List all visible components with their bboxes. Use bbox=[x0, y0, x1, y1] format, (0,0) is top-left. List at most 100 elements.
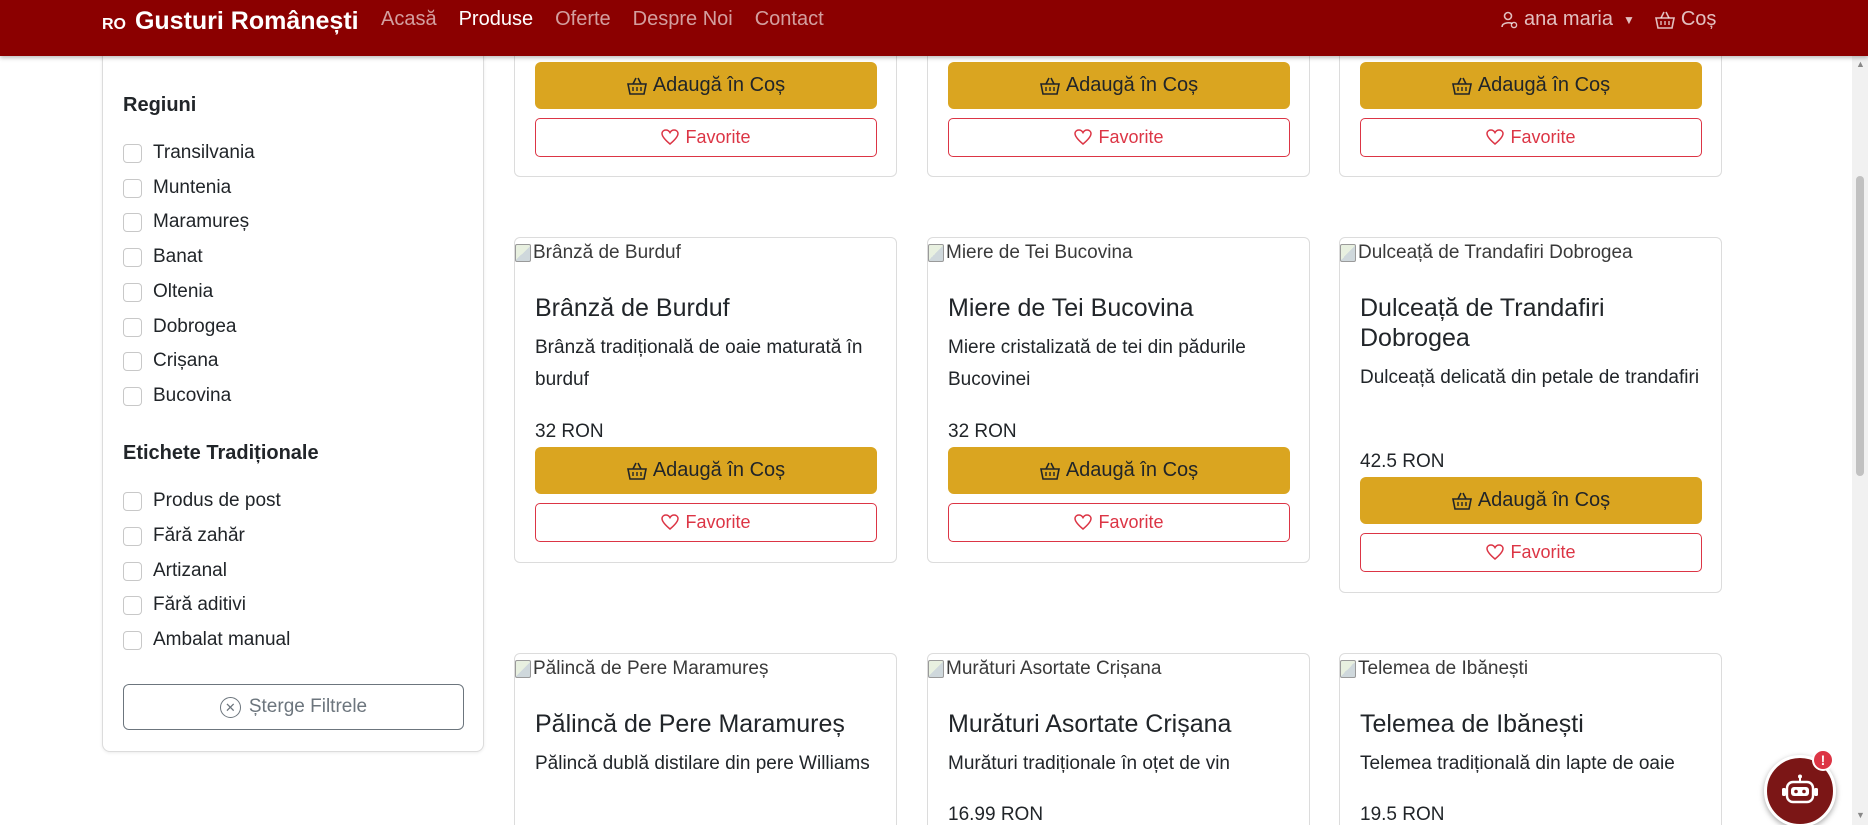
tag-filter-artisanal[interactable]: Artizanal bbox=[123, 560, 227, 582]
product-image-alt: Dulceață de Trandafiri Dobrogea bbox=[1358, 242, 1633, 263]
nav-link-about[interactable]: Despre Noi bbox=[633, 8, 733, 31]
checkbox[interactable] bbox=[123, 561, 142, 581]
tag-filter-hand-packed[interactable]: Ambalat manual bbox=[123, 629, 290, 651]
broken-image-icon bbox=[1340, 660, 1356, 678]
page-scrollbar[interactable]: ▲ ▼ bbox=[1852, 56, 1868, 825]
favorite-button[interactable]: Favorite bbox=[535, 503, 877, 542]
broken-image-icon bbox=[1340, 244, 1356, 262]
favorite-label: Favorite bbox=[1098, 127, 1164, 147]
favorite-button[interactable]: Favorite bbox=[1360, 118, 1702, 157]
product-price: 16.99 RON bbox=[948, 804, 1044, 825]
nav-link-products[interactable]: Produse bbox=[459, 8, 534, 31]
add-to-cart-label: Adaugă în Coș bbox=[652, 74, 786, 96]
tag-filter-no-additives[interactable]: Fără aditivi bbox=[123, 594, 246, 616]
region-filter-crisana[interactable]: Crișana bbox=[123, 350, 218, 372]
product-image[interactable]: Miere de Tei Bucovina bbox=[928, 242, 1133, 264]
nav-link-home[interactable]: Acasă bbox=[381, 8, 437, 31]
cart-label: Coș bbox=[1680, 8, 1717, 30]
nav-link-offers[interactable]: Oferte bbox=[555, 8, 611, 31]
checkbox[interactable] bbox=[123, 178, 142, 198]
region-filter-banat[interactable]: Banat bbox=[123, 246, 203, 268]
product-image[interactable]: Pălincă de Pere Maramureș bbox=[515, 658, 769, 680]
product-card-miere-tei: Miere de Tei Bucovina Miere de Tei Bucov… bbox=[927, 237, 1310, 563]
tag-filter-sugar-free[interactable]: Fără zahăr bbox=[123, 525, 245, 547]
favorite-button[interactable]: Favorite bbox=[948, 503, 1290, 542]
user-gear-icon bbox=[1501, 11, 1518, 28]
scrollbar-thumb[interactable] bbox=[1856, 176, 1864, 476]
checkbox[interactable] bbox=[123, 630, 142, 650]
product-image[interactable]: Murături Asortate Crișana bbox=[928, 658, 1161, 680]
product-card-dulceata-trandafiri: Dulceață de Trandafiri Dobrogea Dulceață… bbox=[1339, 237, 1722, 593]
add-to-cart-button[interactable]: Adaugă în Coș bbox=[1360, 62, 1702, 109]
add-to-cart-button[interactable]: Adaugă în Coș bbox=[535, 62, 877, 109]
add-to-cart-label: Adaugă în Coș bbox=[1477, 489, 1611, 511]
product-price: 32 RON bbox=[535, 421, 604, 442]
basket-icon bbox=[1039, 462, 1060, 480]
tag-filter-post[interactable]: Produs de post bbox=[123, 490, 281, 512]
product-description: Brânză tradițională de oaie maturată în … bbox=[535, 337, 863, 390]
basket-icon bbox=[1451, 77, 1472, 95]
checkbox[interactable] bbox=[123, 526, 142, 546]
favorite-button[interactable]: Favorite bbox=[948, 118, 1290, 157]
region-filter-maramures[interactable]: Maramureș bbox=[123, 211, 249, 233]
product-image-alt: Pălincă de Pere Maramureș bbox=[533, 658, 769, 679]
checkbox[interactable] bbox=[123, 595, 142, 615]
heart-icon bbox=[1486, 544, 1505, 560]
user-menu-dropdown[interactable]: ana maria ▼ bbox=[1500, 8, 1635, 31]
caret-down-icon: ▼ bbox=[1622, 12, 1635, 27]
top-navbar: RO Gusturi Românești Acasă Produse Ofert… bbox=[0, 0, 1868, 56]
cart-link[interactable]: Coș bbox=[1654, 8, 1717, 31]
filters-sidebar: Regiuni Transilvania Muntenia Maramureș … bbox=[102, 40, 484, 752]
region-label: Maramureș bbox=[153, 211, 250, 232]
product-title: Dulceață de Trandafiri Dobrogea bbox=[1360, 294, 1605, 352]
product-title: Telemea de Ibănești bbox=[1360, 710, 1584, 738]
product-price: 19.5 RON bbox=[1360, 804, 1445, 825]
favorite-button[interactable]: Favorite bbox=[1360, 533, 1702, 572]
add-to-cart-button[interactable]: Adaugă în Coș bbox=[948, 62, 1290, 109]
product-description: Murături tradiționale în oțet de vin bbox=[948, 753, 1230, 774]
broken-image-icon bbox=[515, 244, 531, 262]
brand-flag-label: RO bbox=[102, 16, 126, 33]
product-image[interactable]: Brânză de Burduf bbox=[515, 242, 681, 264]
checkbox[interactable] bbox=[123, 143, 142, 163]
nav-link-contact[interactable]: Contact bbox=[755, 8, 824, 31]
region-filter-oltenia[interactable]: Oltenia bbox=[123, 281, 213, 303]
clear-filters-button[interactable]: ✕ Șterge Filtrele bbox=[123, 684, 464, 730]
checkbox[interactable] bbox=[123, 491, 142, 511]
scroll-up-arrow-icon[interactable]: ▲ bbox=[1856, 60, 1865, 69]
favorite-button[interactable]: Favorite bbox=[535, 118, 877, 157]
region-label: Oltenia bbox=[153, 281, 214, 302]
region-label: Crișana bbox=[153, 350, 219, 371]
product-image[interactable]: Telemea de Ibănești bbox=[1340, 658, 1528, 680]
basket-icon bbox=[1654, 11, 1675, 29]
product-card-branza-burduf: Brânză de Burduf Brânză de Burduf Brânză… bbox=[514, 237, 897, 563]
product-image[interactable]: Dulceață de Trandafiri Dobrogea bbox=[1340, 242, 1633, 264]
checkbox[interactable] bbox=[123, 317, 142, 337]
checkbox[interactable] bbox=[123, 351, 142, 371]
nav-right: ana maria ▼ Coș bbox=[1500, 8, 1716, 31]
notification-badge: ! bbox=[1812, 749, 1834, 771]
region-label: Muntenia bbox=[153, 177, 232, 198]
checkbox[interactable] bbox=[123, 386, 142, 406]
checkbox[interactable] bbox=[123, 212, 142, 232]
scroll-down-arrow-icon[interactable]: ▼ bbox=[1856, 811, 1865, 820]
tag-label: Artizanal bbox=[153, 560, 227, 581]
region-filter-dobrogea[interactable]: Dobrogea bbox=[123, 316, 236, 338]
regions-heading: Regiuni bbox=[123, 94, 197, 116]
add-to-cart-button[interactable]: Adaugă în Coș bbox=[535, 447, 877, 494]
region-label: Transilvania bbox=[153, 142, 255, 163]
region-filter-bucovina[interactable]: Bucovina bbox=[123, 385, 231, 407]
product-title: Miere de Tei Bucovina bbox=[948, 294, 1194, 322]
checkbox[interactable] bbox=[123, 282, 142, 302]
add-to-cart-button[interactable]: Adaugă în Coș bbox=[948, 447, 1290, 494]
region-filter-muntenia[interactable]: Muntenia bbox=[123, 177, 231, 199]
brand-logo[interactable]: RO Gusturi Românești bbox=[102, 7, 359, 36]
product-image-alt: Murături Asortate Crișana bbox=[946, 658, 1162, 679]
checkbox[interactable] bbox=[123, 247, 142, 267]
region-label: Banat bbox=[153, 246, 203, 267]
region-filter-transilvania[interactable]: Transilvania bbox=[123, 142, 255, 164]
tag-label: Produs de post bbox=[153, 490, 281, 511]
product-description: Dulceață delicată din petale de trandafi… bbox=[1360, 367, 1700, 388]
basket-icon bbox=[626, 462, 647, 480]
add-to-cart-button[interactable]: Adaugă în Coș bbox=[1360, 477, 1702, 524]
